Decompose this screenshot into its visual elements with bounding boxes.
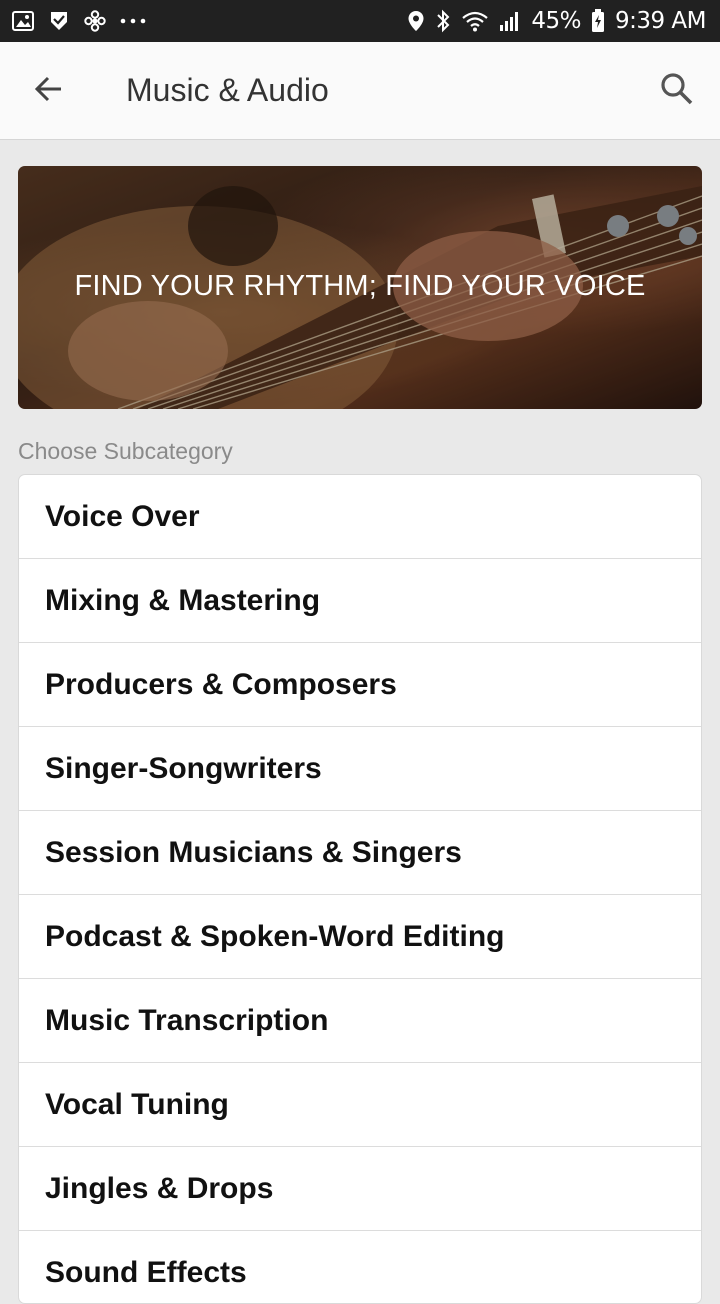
search-button[interactable] <box>656 70 698 112</box>
arrow-left-icon <box>33 73 65 110</box>
subcategory-list: Voice Over Mixing & Mastering Producers … <box>18 474 702 1304</box>
subcategory-mixing-mastering[interactable]: Mixing & Mastering <box>19 559 701 643</box>
battery-icon <box>591 9 605 33</box>
hero-tagline: FIND YOUR RHYTHM; FIND YOUR VOICE <box>74 270 646 302</box>
battery-percent: 45% <box>531 8 581 34</box>
bluetooth-icon <box>435 9 451 33</box>
subcategory-sound-effects[interactable]: Sound Effects <box>19 1231 701 1303</box>
status-bar: 45% 9:39 AM <box>0 0 720 42</box>
fan-icon <box>84 10 106 32</box>
status-right-icons: 45% 9:39 AM <box>407 8 707 34</box>
subcategory-singer-songwriters[interactable]: Singer-Songwriters <box>19 727 701 811</box>
clock: 9:39 AM <box>614 8 707 34</box>
back-button[interactable] <box>28 70 70 112</box>
section-label: Choose Subcategory <box>18 438 233 464</box>
subcategory-vocal-tuning[interactable]: Vocal Tuning <box>19 1063 701 1147</box>
status-left-icons <box>12 10 146 32</box>
more-dots-icon <box>120 18 146 24</box>
subcategory-voice-over[interactable]: Voice Over <box>19 475 701 559</box>
wifi-icon <box>461 10 489 32</box>
hero-banner[interactable]: FIND YOUR RHYTHM; FIND YOUR VOICE <box>18 166 702 409</box>
subcategory-producers-composers[interactable]: Producers & Composers <box>19 643 701 727</box>
subcategory-podcast-editing[interactable]: Podcast & Spoken-Word Editing <box>19 895 701 979</box>
search-icon <box>660 72 694 111</box>
download-check-icon <box>48 10 70 32</box>
subcategory-jingles-drops[interactable]: Jingles & Drops <box>19 1147 701 1231</box>
signal-icon <box>499 10 521 32</box>
subcategory-music-transcription[interactable]: Music Transcription <box>19 979 701 1063</box>
image-icon <box>12 11 34 31</box>
location-pin-icon <box>407 10 425 32</box>
app-bar: Music & Audio <box>0 42 720 140</box>
page-title: Music & Audio <box>126 72 329 108</box>
subcategory-session-musicians[interactable]: Session Musicians & Singers <box>19 811 701 895</box>
